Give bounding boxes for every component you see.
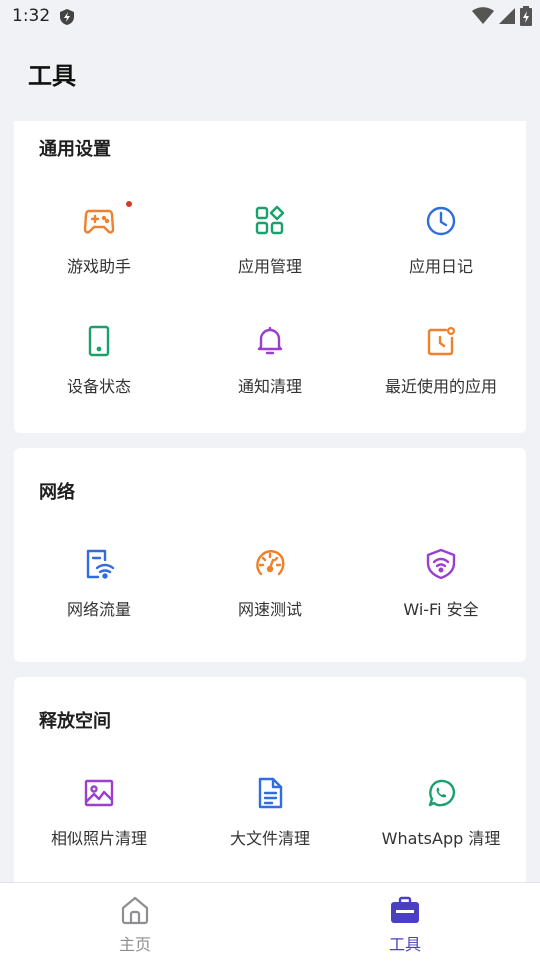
phone-icon: [83, 325, 115, 357]
wifi-shield-icon: [425, 548, 457, 580]
tool-label: 网络流量: [66, 600, 131, 619]
bell-icon: [254, 325, 286, 357]
tool-label: 最近使用的应用: [384, 377, 497, 396]
notification-dot: [126, 201, 132, 207]
apps-grid-icon: [254, 205, 286, 237]
section-title: 释放空间: [39, 711, 111, 732]
nav-tab-home[interactable]: 主页: [0, 883, 270, 961]
recent-apps-icon: [425, 325, 457, 357]
tool-app-management[interactable]: 应用管理: [185, 205, 355, 305]
page-title: 工具: [28, 62, 76, 90]
clock-icon: [425, 205, 457, 237]
wifi-signal-icon: [472, 7, 494, 29]
network-card: 网络 网络流量 网速测试 Wi-Fi 安全: [14, 448, 526, 662]
section-title: 通用设置: [39, 139, 111, 160]
shield-icon: [59, 8, 75, 30]
tool-app-diary[interactable]: 应用日记: [356, 205, 526, 305]
tool-label: 大文件清理: [229, 829, 310, 848]
section-title: 网络: [39, 482, 75, 503]
tool-label: 通知清理: [237, 377, 302, 396]
general-settings-card: 通用设置 游戏助手 应用管理 应用日记 设备状态 通知清理 最近使用的应用: [14, 121, 526, 433]
speedometer-icon: [254, 548, 286, 580]
bottom-navigation: 主页 工具: [0, 882, 540, 961]
cell-signal-icon: [498, 7, 516, 29]
tool-wifi-security[interactable]: Wi-Fi 安全: [356, 548, 526, 648]
tool-speed-test[interactable]: 网速测试: [185, 548, 355, 648]
tool-game-assistant[interactable]: 游戏助手: [14, 201, 184, 305]
tool-label: 应用管理: [237, 257, 302, 276]
status-time: 1:32: [12, 6, 51, 26]
battery-icon: [520, 6, 532, 30]
tool-similar-photos[interactable]: 相似照片清理: [14, 777, 184, 877]
tool-device-status[interactable]: 设备状态: [14, 325, 184, 425]
tool-label: 应用日记: [408, 257, 473, 276]
document-icon: [254, 777, 286, 809]
tool-label: Wi-Fi 安全: [403, 600, 479, 619]
tool-label: 相似照片清理: [50, 829, 147, 848]
status-bar: 1:32: [0, 0, 540, 34]
tool-label: WhatsApp 清理: [381, 829, 501, 848]
nav-label: 工具: [388, 935, 421, 954]
toolbox-icon: [390, 895, 420, 925]
tool-large-files[interactable]: 大文件清理: [185, 777, 355, 877]
data-usage-icon: [83, 548, 115, 580]
free-space-card: 释放空间 相似照片清理 大文件清理 WhatsApp 清理: [14, 677, 526, 897]
home-icon: [120, 895, 150, 925]
tool-label: 游戏助手: [66, 257, 131, 276]
image-icon: [83, 777, 115, 809]
tool-label: 网速测试: [237, 600, 302, 619]
nav-tab-tools[interactable]: 工具: [270, 883, 540, 961]
tool-recent-apps[interactable]: 最近使用的应用: [356, 325, 526, 425]
tool-label: 设备状态: [66, 377, 131, 396]
whatsapp-icon: [425, 777, 457, 809]
tool-notification-cleanup[interactable]: 通知清理: [185, 325, 355, 425]
nav-label: 主页: [118, 935, 151, 954]
gamepad-icon: [83, 205, 115, 237]
tool-whatsapp-cleanup[interactable]: WhatsApp 清理: [356, 777, 526, 877]
tool-network-traffic[interactable]: 网络流量: [14, 548, 184, 648]
